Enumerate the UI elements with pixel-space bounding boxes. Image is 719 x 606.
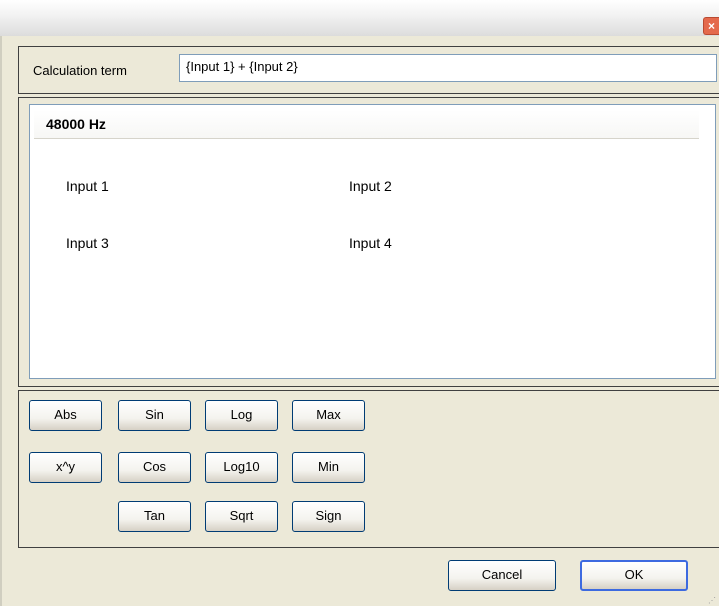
close-icon: × (707, 19, 715, 33)
input-4-item[interactable]: Input 4 (349, 235, 392, 251)
sqrt-button[interactable]: Sqrt (205, 501, 278, 532)
log-button[interactable]: Log (205, 400, 278, 431)
calculation-term-input[interactable]: {Input 1} + {Input 2} (179, 54, 717, 82)
sign-button[interactable]: Sign (292, 501, 365, 532)
input-2-item[interactable]: Input 2 (349, 178, 392, 194)
cancel-button[interactable]: Cancel (448, 560, 556, 591)
input-1-item[interactable]: Input 1 (66, 178, 109, 194)
inputs-panel: 48000 Hz Input 1 Input 2 Input 3 Input 4 (18, 97, 719, 387)
resize-grip[interactable]: ⋰ (708, 596, 718, 606)
sin-button[interactable]: Sin (118, 400, 191, 431)
sample-rate-header: 48000 Hz (34, 110, 699, 139)
max-button[interactable]: Max (292, 400, 365, 431)
calculation-term-panel: Calculation term {Input 1} + {Input 2} (18, 46, 719, 94)
min-button[interactable]: Min (292, 452, 365, 483)
tan-button[interactable]: Tan (118, 501, 191, 532)
power-button[interactable]: x^y (29, 452, 102, 483)
abs-button[interactable]: Abs (29, 400, 102, 431)
log10-button[interactable]: Log10 (205, 452, 278, 483)
ok-button[interactable]: OK (580, 560, 688, 591)
title-bar: × (0, 0, 719, 36)
window-border (0, 36, 2, 606)
sample-rate-label: 48000 Hz (46, 116, 106, 132)
cos-button[interactable]: Cos (118, 452, 191, 483)
calculation-term-label: Calculation term (33, 63, 127, 78)
input-3-item[interactable]: Input 3 (66, 235, 109, 251)
close-button[interactable]: × (703, 17, 719, 35)
function-buttons-panel: Abs Sin Log Max x^y Cos Log10 Min Tan Sq… (18, 390, 719, 548)
inputs-list: 48000 Hz Input 1 Input 2 Input 3 Input 4 (29, 104, 716, 379)
